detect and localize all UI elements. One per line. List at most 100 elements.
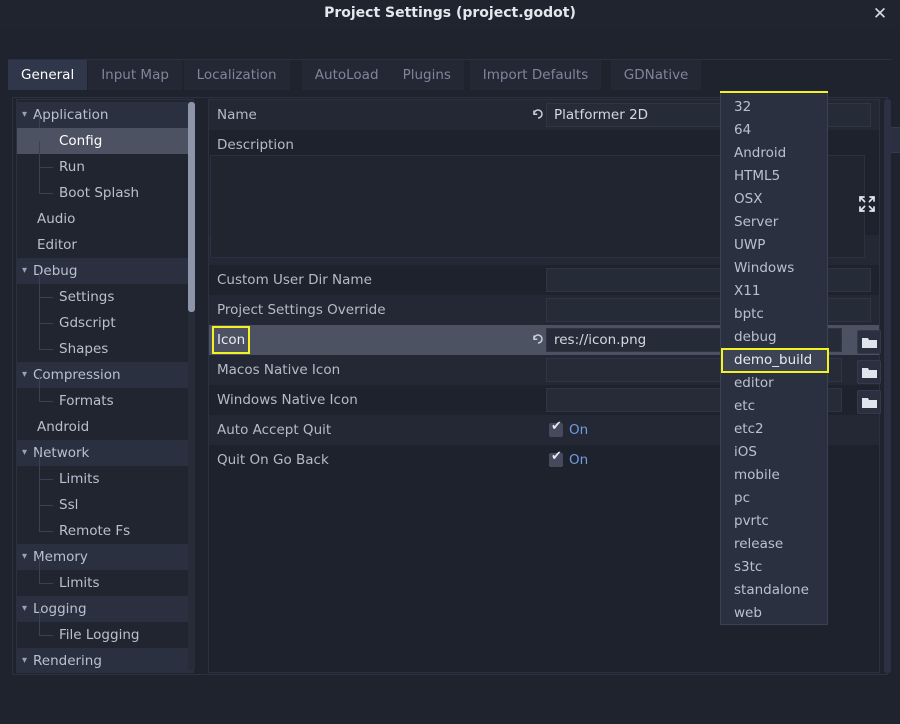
sidebar-item-android[interactable]: Android [17, 414, 193, 440]
folder-icon [862, 397, 877, 408]
popup-item-pc[interactable]: pc [722, 487, 828, 510]
sidebar-item-label: Ssl [59, 492, 78, 518]
sidebar-item-label: Config [59, 128, 102, 154]
popup-item-bptc[interactable]: bptc [722, 303, 828, 326]
browse-folder-button[interactable] [857, 360, 881, 384]
sidebar-item-compression[interactable]: ▾Compression [17, 362, 193, 388]
property-name: Macos Native Icon [217, 355, 340, 385]
popup-item-android[interactable]: Android [722, 142, 828, 165]
sidebar-item-debug[interactable]: ▾Debug [17, 258, 193, 284]
popup-item-release[interactable]: release [722, 533, 828, 556]
close-icon[interactable]: ✕ [868, 3, 892, 25]
tree-scrollbar-thumb[interactable] [188, 102, 195, 312]
popup-item-pvrtc[interactable]: pvrtc [722, 510, 828, 533]
sidebar-item-boot-splash[interactable]: Boot Splash [17, 180, 193, 206]
sidebar-item-limits[interactable]: Limits [17, 466, 193, 492]
window-title: Project Settings (project.godot) [0, 5, 900, 21]
popup-item-html5[interactable]: HTML5 [722, 165, 828, 188]
property-scrollbar-track[interactable] [884, 99, 891, 673]
checkbox-icon[interactable]: ✔ [549, 453, 563, 467]
chevron-down-icon[interactable]: ▾ [22, 258, 27, 284]
popup-item-editor[interactable]: editor [722, 372, 828, 395]
sidebar-item-label: Formats [59, 388, 114, 414]
project-settings-dialog: Project Settings (project.godot) ✕ Gener… [0, 0, 900, 724]
chevron-down-icon[interactable]: ▾ [22, 544, 27, 570]
checkbox-label: On [569, 422, 588, 438]
sidebar-item-editor[interactable]: Editor [17, 232, 193, 258]
checkbox-icon[interactable]: ✔ [549, 423, 563, 437]
sidebar-item-label: Limits [59, 466, 100, 492]
popup-item-windows[interactable]: Windows [722, 257, 828, 280]
sidebar-item-rendering[interactable]: ▾Rendering [17, 648, 193, 673]
expand-icon[interactable] [857, 194, 881, 218]
sidebar-item-audio[interactable]: Audio [17, 206, 193, 232]
tab-underline [8, 59, 892, 60]
chevron-down-icon[interactable]: ▾ [22, 362, 27, 388]
footer: Close [0, 676, 900, 724]
sidebar-item-gdscript[interactable]: Gdscript [17, 310, 193, 336]
sidebar-item-label: Application [33, 102, 108, 128]
sidebar-item-settings[interactable]: Settings [17, 284, 193, 310]
popup-item-etc2[interactable]: etc2 [722, 418, 828, 441]
popup-focus-line [720, 91, 828, 93]
property-name: Quit On Go Back [217, 445, 329, 475]
sidebar-item-ssl[interactable]: Ssl [17, 492, 193, 518]
sidebar-item-limits[interactable]: Limits [17, 570, 193, 596]
sidebar-item-label: Boot Splash [59, 180, 139, 206]
chevron-down-icon[interactable]: ▾ [22, 102, 27, 128]
sidebar-item-network[interactable]: ▾Network [17, 440, 193, 466]
sidebar-item-application[interactable]: ▾Application [17, 102, 193, 128]
sidebar-item-label: Shapes [59, 336, 108, 362]
sidebar-item-file-logging[interactable]: File Logging [17, 622, 193, 648]
popup-item-demo_build[interactable]: demo_build [722, 349, 828, 372]
property-checkbox[interactable]: ✔ On [549, 415, 588, 445]
sidebar-item-remote-fs[interactable]: Remote Fs [17, 518, 193, 544]
popup-item-web[interactable]: web [722, 602, 828, 625]
revert-icon[interactable] [531, 100, 545, 130]
title-bar: Project Settings (project.godot) ✕ [0, 0, 900, 28]
popup-item-s3tc[interactable]: s3tc [722, 556, 828, 579]
popup-item-mobile[interactable]: mobile [722, 464, 828, 487]
popup-item-32[interactable]: 32 [722, 96, 828, 119]
property-checkbox[interactable]: ✔ On [549, 445, 588, 475]
popup-item-ios[interactable]: iOS [722, 441, 828, 464]
sidebar-item-label: Network [33, 440, 89, 466]
sidebar-item-logging[interactable]: ▾Logging [17, 596, 193, 622]
checkbox-label: On [569, 452, 588, 468]
sidebar-item-label: Memory [33, 544, 88, 570]
popup-item-server[interactable]: Server [722, 211, 828, 234]
popup-item-debug[interactable]: debug [722, 326, 828, 349]
property-name: Windows Native Icon [217, 385, 358, 415]
sidebar-item-config[interactable]: Config [17, 128, 193, 154]
sidebar-item-shapes[interactable]: Shapes [17, 336, 193, 362]
sidebar-item-label: Limits [59, 570, 100, 596]
property-name: Custom User Dir Name [217, 265, 372, 295]
chevron-down-icon[interactable]: ▾ [22, 440, 27, 466]
property-name: Project Settings Override [217, 295, 386, 325]
popup-item-uwp[interactable]: UWP [722, 234, 828, 257]
sidebar-item-label: Settings [59, 284, 114, 310]
property-name: Icon [214, 328, 248, 352]
sidebar-item-label: File Logging [59, 622, 139, 648]
chevron-down-icon[interactable]: ▾ [22, 648, 27, 673]
browse-folder-button[interactable] [857, 390, 881, 414]
popup-item-standalone[interactable]: standalone [722, 579, 828, 602]
category-tree[interactable]: ▾ApplicationConfigRunBoot SplashAudioEdi… [16, 99, 194, 673]
revert-icon[interactable] [531, 325, 545, 355]
sidebar-item-label: Android [37, 414, 89, 440]
sidebar-item-run[interactable]: Run [17, 154, 193, 180]
override-platform-popup: 3264AndroidHTML5OSXServerUWPWindowsX11bp… [720, 92, 828, 625]
chevron-down-icon[interactable]: ▾ [22, 596, 27, 622]
popup-item-osx[interactable]: OSX [722, 188, 828, 211]
browse-folder-button[interactable] [857, 330, 881, 354]
sidebar-item-formats[interactable]: Formats [17, 388, 193, 414]
sidebar-item-label: Audio [37, 206, 75, 232]
sidebar-item-label: Rendering [33, 648, 102, 673]
sidebar-item-label: Remote Fs [59, 518, 130, 544]
sidebar-item-label: Run [59, 154, 85, 180]
popup-item-etc[interactable]: etc [722, 395, 828, 418]
folder-icon [862, 367, 877, 378]
popup-item-x11[interactable]: X11 [722, 280, 828, 303]
popup-item-64[interactable]: 64 [722, 119, 828, 142]
sidebar-item-memory[interactable]: ▾Memory [17, 544, 193, 570]
